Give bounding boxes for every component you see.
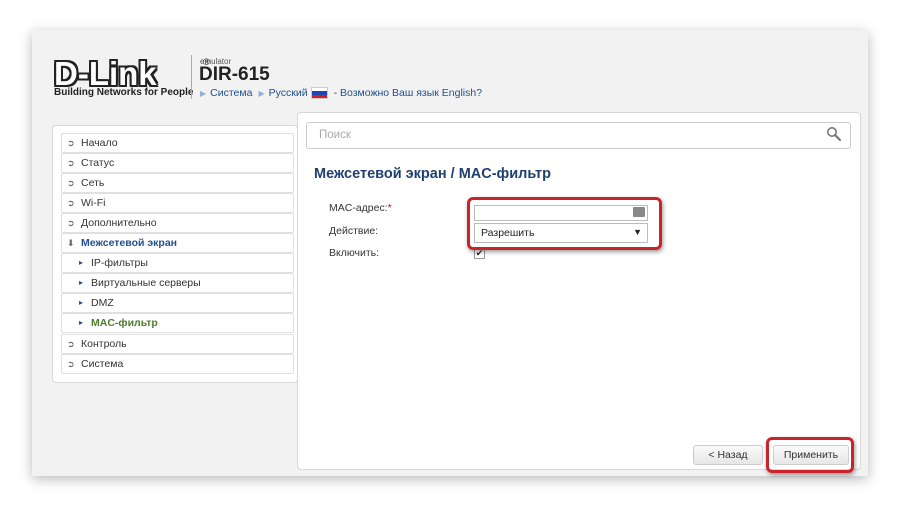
sidebar-item-start[interactable]: ➲ Начало: [61, 133, 294, 153]
sidebar-menu: ➲ Начало ➲ Статус ➲ Сеть ➲ Wi-Fi ➲ Допол…: [52, 125, 298, 383]
required-marker: *: [387, 202, 392, 214]
triangle-right-icon: ▶: [258, 88, 265, 98]
sidebar-item-virtual-servers[interactable]: ▸ Виртуальные серверы: [61, 273, 294, 293]
sidebar-item-status[interactable]: ➲ Статус: [61, 153, 294, 173]
logo-tagline: Building Networks for People: [54, 87, 194, 98]
sidebar-item-mac-filter[interactable]: ▸ MAC-фильтр: [61, 313, 294, 333]
circle-arrow-icon: ➲: [67, 359, 75, 369]
mac-address-label: MAC-адрес:*: [329, 202, 392, 214]
device-model: DIR-615: [199, 64, 270, 85]
triangle-right-icon: ▶: [200, 88, 207, 98]
sidebar-item-label: Виртуальные серверы: [91, 277, 201, 289]
search-input[interactable]: Поиск: [306, 122, 851, 149]
sidebar-item-label: Статус: [81, 157, 115, 169]
circle-arrow-down-icon: ⬇: [67, 238, 75, 248]
router-admin-window: D-Link ® Building Networks for People em…: [32, 30, 868, 476]
action-label: Действие:: [329, 225, 379, 237]
sidebar-item-label: DMZ: [91, 297, 114, 309]
nav-system-link[interactable]: Система: [210, 87, 252, 99]
mac-address-label-text: MAC-адрес:: [329, 202, 388, 214]
header-divider: [191, 55, 192, 99]
sidebar-item-label: IP-фильтры: [91, 257, 148, 269]
highlight-apply-button: [766, 437, 854, 473]
page-title: Межсетевой экран / MAC-фильтр: [314, 166, 551, 182]
circle-arrow-icon: ➲: [67, 339, 75, 349]
main-content: Поиск Межсетевой экран / MAC-фильтр MAC-…: [297, 112, 861, 473]
russian-flag-icon[interactable]: [310, 87, 328, 99]
sidebar-item-ip-filters[interactable]: ▸ IP-фильтры: [61, 253, 294, 273]
dlink-logo[interactable]: D-Link: [54, 57, 157, 90]
circle-arrow-icon: ➲: [67, 198, 75, 208]
chevron-right-icon: ▸: [79, 258, 84, 267]
circle-arrow-icon: ➲: [67, 218, 75, 228]
enable-label: Включить:: [329, 247, 380, 259]
sidebar-item-network[interactable]: ➲ Сеть: [61, 173, 294, 193]
back-button[interactable]: < Назад: [693, 445, 763, 465]
sidebar-item-label: MAC-фильтр: [91, 317, 158, 329]
language-hint-link[interactable]: - Возможно Ваш язык English?: [334, 87, 483, 99]
sidebar-item-label: Wi-Fi: [81, 197, 106, 209]
sidebar-item-wifi[interactable]: ➲ Wi-Fi: [61, 193, 294, 213]
sidebar-item-label: Сеть: [81, 177, 105, 189]
highlight-form-fields: [467, 197, 662, 250]
header: D-Link ® Building Networks for People em…: [32, 30, 868, 112]
chevron-right-icon: ▸: [79, 298, 84, 307]
circle-arrow-icon: ➲: [67, 138, 75, 148]
top-nav: ▶ Система ▶ Русский - Возможно Ваш язык …: [200, 87, 488, 99]
chevron-right-icon: ▸: [79, 278, 84, 287]
sidebar-item-firewall[interactable]: ⬇ Межсетевой экран: [61, 233, 294, 253]
chevron-right-icon: ▸: [79, 318, 84, 327]
circle-arrow-icon: ➲: [67, 178, 75, 188]
nav-language-link[interactable]: Русский: [269, 87, 308, 99]
sidebar-item-dmz[interactable]: ▸ DMZ: [61, 293, 294, 313]
sidebar-item-label: Дополнительно: [81, 217, 157, 229]
sidebar-item-control[interactable]: ➲ Контроль: [61, 334, 294, 354]
search-placeholder: Поиск: [319, 129, 351, 141]
sidebar-item-system[interactable]: ➲ Система: [61, 354, 294, 374]
sidebar-item-label: Система: [81, 358, 124, 370]
sidebar-item-label: Межсетевой экран: [81, 237, 178, 249]
search-icon[interactable]: [826, 126, 842, 147]
circle-arrow-icon: ➲: [67, 158, 75, 168]
sidebar-item-label: Начало: [81, 137, 118, 149]
sidebar-item-label: Контроль: [81, 338, 127, 350]
sidebar-item-advanced[interactable]: ➲ Дополнительно: [61, 213, 294, 233]
